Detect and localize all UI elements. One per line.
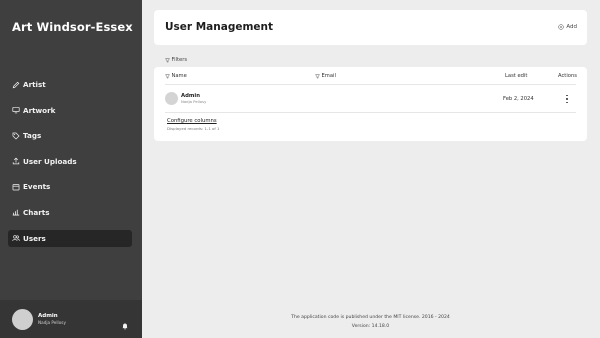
column-header-name[interactable]: Name <box>165 73 187 79</box>
configure-columns-link[interactable]: Configure columns <box>167 118 217 124</box>
upload-icon <box>12 157 20 165</box>
displayed-records: Displayed records: 1-1 of 1 <box>167 126 220 131</box>
sidebar: Art Windsor-Essex Artist Artwork Tags Us… <box>0 0 142 338</box>
more-vertical-icon[interactable] <box>565 94 569 104</box>
sidebar-item-charts[interactable]: Charts <box>8 204 132 221</box>
filter-icon <box>315 74 320 79</box>
filters-label: Filters <box>171 57 188 63</box>
row-last-edit: Feb 2, 2024 <box>503 96 534 102</box>
pencil-icon <box>12 81 20 89</box>
license-text: The application code is published under … <box>291 315 450 320</box>
sidebar-item-artist[interactable]: Artist <box>8 76 132 93</box>
page-title: User Management <box>165 21 274 33</box>
sidebar-item-label: Events <box>23 182 51 192</box>
current-user-name: Admin <box>38 313 58 319</box>
column-header-last-edit[interactable]: Last edit <box>505 73 527 79</box>
add-button-label: Add <box>566 24 577 30</box>
tag-icon <box>12 132 20 140</box>
sidebar-item-users[interactable]: Users <box>8 229 132 247</box>
sidebar-item-label: User Uploads <box>23 156 77 166</box>
filters-toggle[interactable]: Filters <box>165 57 187 63</box>
avatar[interactable] <box>12 309 33 330</box>
sidebar-user-footer: Admin Nadja Pellosy <box>0 300 142 338</box>
plus-circle-icon <box>558 24 564 30</box>
users-table: Name Email Last edit Actions Admin Nadja… <box>154 67 587 141</box>
sidebar-item-tags[interactable]: Tags <box>8 127 132 144</box>
sidebar-item-label: Artist <box>23 80 46 89</box>
row-user-subtitle: Nadja Pellosy <box>181 99 207 104</box>
version-text: Version: 14.18.0 <box>351 324 390 329</box>
add-button[interactable]: Add <box>558 24 577 30</box>
filter-icon <box>165 58 170 63</box>
bar-chart-icon <box>12 208 20 216</box>
current-user-subtitle: Nadja Pellosy <box>38 320 66 325</box>
header-divider <box>165 84 576 85</box>
sidebar-item-label: Artwork <box>23 105 56 115</box>
column-header-email-label: Email <box>321 73 336 79</box>
bell-icon[interactable] <box>121 315 129 330</box>
header-card: User Management Add <box>154 10 587 45</box>
sidebar-item-label: Tags <box>23 131 42 141</box>
sidebar-item-artwork[interactable]: Artwork <box>8 102 132 119</box>
column-header-email[interactable]: Email <box>315 73 336 79</box>
sidebar-item-user-uploads[interactable]: User Uploads <box>8 153 132 170</box>
sidebar-nav: Artist Artwork Tags User Uploads Events <box>8 76 132 255</box>
calendar-icon <box>12 183 20 191</box>
avatar <box>165 92 178 105</box>
monitor-icon <box>12 106 20 114</box>
sidebar-item-label: Users <box>23 233 46 243</box>
sidebar-item-events[interactable]: Events <box>8 178 132 195</box>
column-header-actions: Actions <box>558 73 577 79</box>
filter-icon <box>165 74 170 79</box>
row-divider <box>165 112 576 113</box>
column-header-name-label: Name <box>171 73 187 79</box>
sidebar-item-label: Charts <box>23 207 50 217</box>
brand-title: Art Windsor-Essex <box>12 20 133 34</box>
users-icon <box>12 234 20 242</box>
